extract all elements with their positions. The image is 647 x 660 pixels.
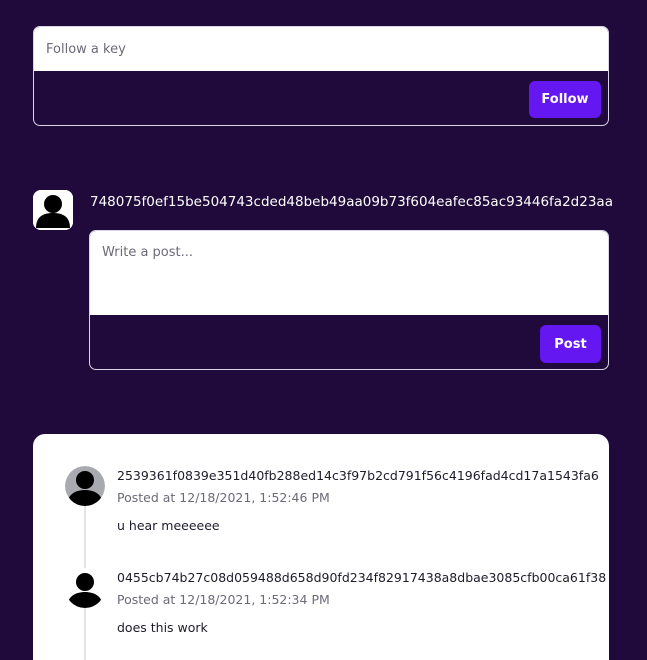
post-timestamp: Posted at 12/18/2021, 1:52:46 PM [117,490,330,505]
post-timestamp: Posted at 12/18/2021, 1:52:34 PM [117,592,330,607]
post-composer: Post [89,230,609,370]
post-content: u hear meeeeee [117,518,220,533]
follow-form: Follow [33,26,609,126]
follow-button[interactable]: Follow [529,81,601,118]
post-author[interactable]: 0455cb74b27c08d059488d658d90fd234f829174… [117,570,606,585]
post-content: does this work [117,620,208,635]
follow-key-input[interactable] [34,27,608,71]
user-silhouette-icon [33,190,73,230]
user-silhouette-icon [65,568,105,608]
feed-card: 2539361f0839e351d40fb288ed14c3f97b2cd791… [33,434,609,660]
user-silhouette-icon [65,466,105,506]
post-textarea[interactable] [90,231,608,315]
post-author[interactable]: 2539361f0839e351d40fb288ed14c3f97b2cd791… [117,468,599,483]
post-button[interactable]: Post [540,325,601,363]
page: Follow 748075f0ef15be504743cded48beb49aa… [0,0,647,660]
own-pubkey: 748075f0ef15be504743cded48beb49aa09b73f6… [90,194,613,210]
